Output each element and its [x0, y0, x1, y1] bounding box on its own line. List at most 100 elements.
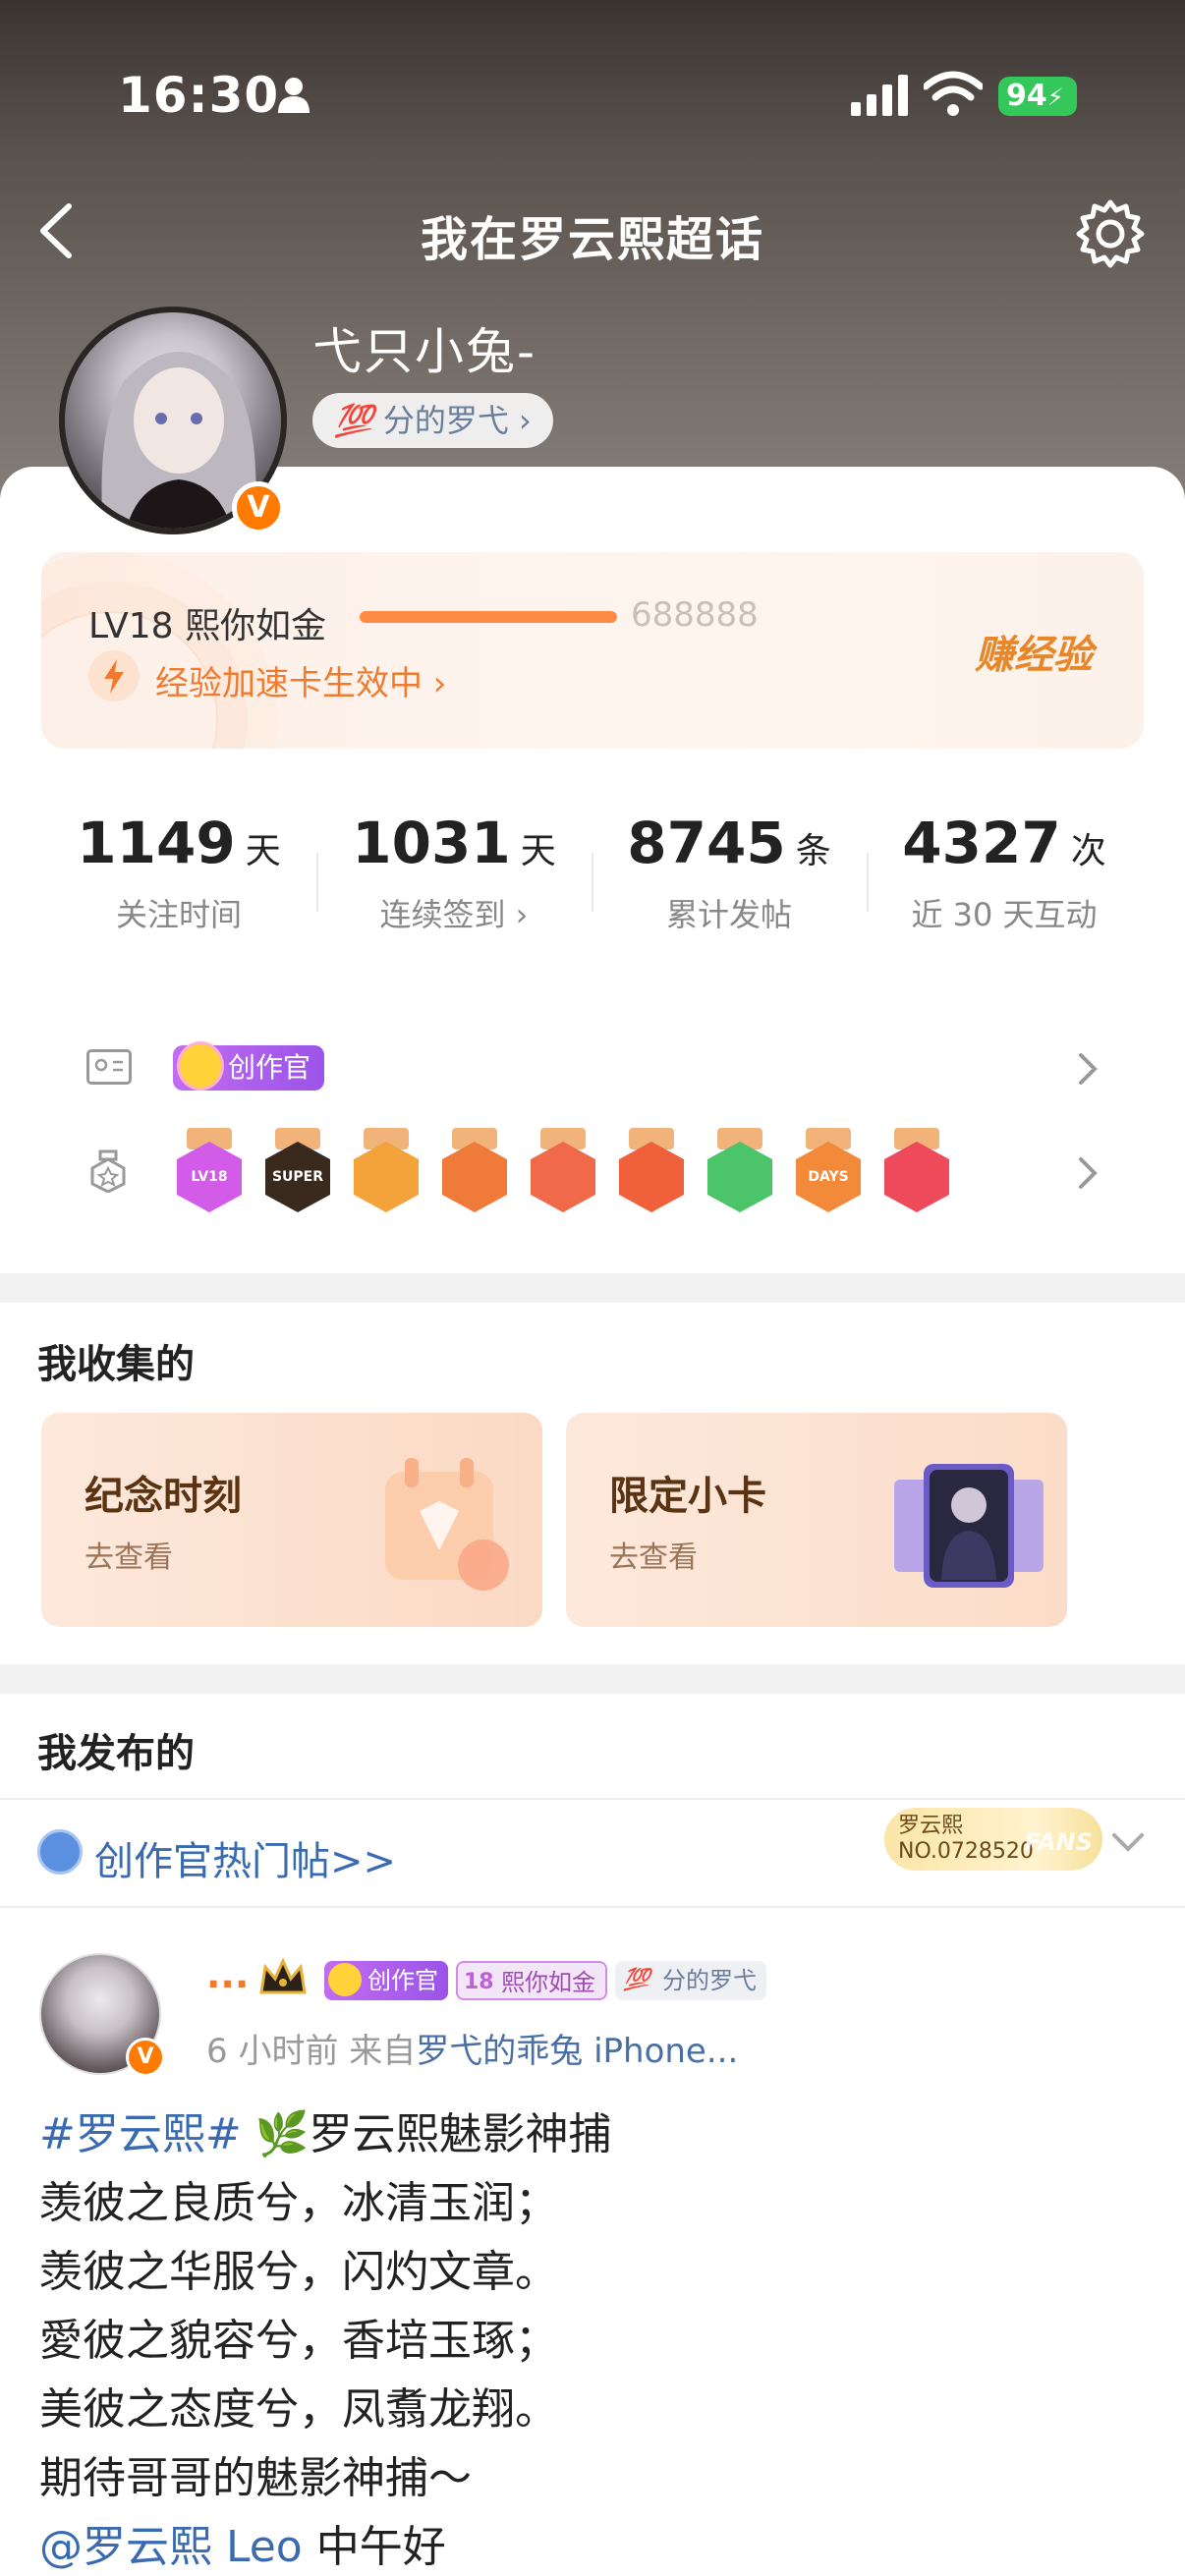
stat-value: 4327 — [902, 810, 1061, 876]
stat-value: 1031 — [352, 810, 511, 876]
post-level-tag: 18 熙你如金 — [456, 1961, 607, 2000]
post-author-name[interactable]: ... — [206, 1953, 249, 1996]
stat-interactions: 4327 次 近 30 天互动 — [867, 786, 1142, 963]
post-item[interactable]: V ... 创作官 18 熙你如金 💯 分的罗弋 6 小时前 来自罗弋的乖兔 iPh… — [0, 1910, 1185, 2576]
post-body: #罗云熙# 🌿罗云熙魅影神捕 羡彼之良质兮，冰清玉润； 羡彼之华服兮，闪灼文章。… — [39, 2100, 612, 2576]
status-bar: 16:30 94⚡ — [0, 0, 1185, 196]
section-divider — [0, 1273, 1185, 1303]
chevron-right-icon[interactable] — [1075, 1153, 1100, 1193]
gear-icon[interactable] — [1071, 195, 1150, 273]
medal-badge[interactable] — [352, 1128, 421, 1222]
stat-unit: 次 — [1070, 831, 1106, 871]
id-card-icon — [86, 1049, 132, 1085]
verified-badge: V — [126, 2038, 165, 2077]
post-line: 美彼之态度兮，凤翥龙翔。 — [39, 2384, 558, 2435]
collect-card-limited[interactable]: 限定小卡 去查看 — [566, 1413, 1067, 1627]
chevron-right-icon: › — [508, 402, 532, 439]
signal-icon — [851, 75, 908, 116]
post-line: 罗云熙魅影神捕 — [309, 2109, 612, 2159]
medal-hex — [619, 1142, 684, 1212]
stat-label: 近 30 天互动 — [911, 896, 1098, 933]
wifi-icon — [924, 71, 983, 116]
collect-card-sub: 去查看 — [85, 1540, 173, 1575]
medal-badge[interactable] — [440, 1128, 509, 1222]
verified-badge: V — [232, 481, 285, 534]
medal-hex — [884, 1142, 949, 1212]
stat-label: 累计发帖 — [665, 896, 792, 933]
collected-section-title: 我收集的 — [37, 1342, 195, 1387]
medal-hex: SUPER — [265, 1142, 330, 1212]
stat-value: 1149 — [77, 810, 236, 876]
post-meta: 6 小时前 来自罗弋的乖兔 iPhone... — [206, 2024, 738, 2072]
medal-hex — [354, 1142, 419, 1212]
post-creator-tag: 创作官 — [324, 1961, 448, 2000]
post-mention[interactable]: @罗云熙 Leo — [39, 2522, 303, 2572]
collect-card-moments[interactable]: 纪念时刻 去查看 — [41, 1413, 542, 1627]
medal-badge[interactable]: SUPER — [263, 1128, 332, 1222]
crown-icon — [259, 1957, 307, 1994]
medal-hex: DAYS — [796, 1142, 861, 1212]
medal-hex: LV18 — [177, 1142, 242, 1212]
earn-exp-button[interactable]: 赚经验 — [975, 623, 1093, 680]
stats-row: 1149 天 关注时间 1031 天 连续签到 › 8745 条 累计发帖 4327 次… — [41, 786, 1144, 963]
medal-badge[interactable] — [529, 1128, 597, 1222]
stat-unit: 天 — [520, 831, 556, 871]
creator-tag[interactable]: 创作官 — [173, 1041, 325, 1091]
medal-icon — [90, 1149, 126, 1193]
post-line: 羡彼之华服兮，闪灼文章。 — [39, 2247, 558, 2297]
creator-mascot-icon — [177, 1041, 224, 1091]
published-section-title: 我发布的 — [37, 1731, 195, 1776]
hot-posts-link[interactable]: 创作官热门帖>> — [94, 1829, 396, 1886]
post-greeting: 中午好 — [315, 2522, 446, 2572]
chevron-right-icon[interactable] — [1075, 1049, 1100, 1089]
boost-link[interactable]: 经验加速卡生效中 › — [155, 656, 446, 704]
stat-label: 关注时间 — [115, 896, 242, 933]
post-tag-label: 创作官 — [367, 1967, 438, 1994]
medal-list[interactable]: LV18 SUPER DAYS — [175, 1128, 1032, 1222]
fan-tag[interactable]: 💯 分的罗弋 › — [312, 393, 553, 448]
battery-level: 94 — [1006, 79, 1047, 113]
medal-hex — [442, 1142, 507, 1212]
username: 弋只小兔- — [312, 323, 537, 380]
chevron-down-icon[interactable] — [1110, 1827, 1146, 1857]
hundred-icon: 💯 — [623, 1968, 650, 1992]
medal-badge[interactable] — [882, 1128, 951, 1222]
post-tag-label: 熙你如金 — [501, 1969, 595, 1996]
hot-posts-row[interactable]: 创作官热门帖>> 罗云熙 NO.0728520 FANS — [0, 1800, 1185, 1908]
app-root: 16:30 94⚡ 我在罗云熙超话 V 弋只小兔- 💯 分的罗弋 › LV18 熙… — [0, 0, 1185, 2576]
stat-unit: 条 — [795, 831, 831, 871]
medal-badge[interactable]: LV18 — [175, 1128, 244, 1222]
medal-hex — [707, 1142, 772, 1212]
stat-follow-days: 1149 天 关注时间 — [41, 786, 316, 963]
post-time: 6 小时前 — [206, 2032, 339, 2071]
photo-card-icon — [894, 1464, 1044, 1588]
leaf-icon: 🌿 — [254, 2109, 310, 2159]
post-line: 愛彼之貌容兮，香培玉琢； — [39, 2316, 558, 2366]
fan-card: 罗云熙 NO.0728520 FANS — [884, 1808, 1102, 1871]
status-time: 16:30 — [118, 67, 280, 124]
nav-bar: 我在罗云熙超话 — [0, 187, 1185, 275]
lightning-icon — [88, 650, 140, 701]
stat-posts: 8745 条 累计发帖 — [592, 786, 867, 963]
post-source[interactable]: 罗弋的乖兔 iPhone... — [416, 2032, 738, 2071]
medal-badge[interactable] — [705, 1128, 774, 1222]
calendar-icon — [385, 1458, 509, 1591]
stat-checkin-days[interactable]: 1031 天 连续签到 › — [316, 786, 592, 963]
post-hashtag[interactable]: #罗云熙# — [39, 2109, 242, 2159]
exp-progress-bar — [360, 611, 617, 623]
medal-badge[interactable] — [617, 1128, 686, 1222]
badges-panel: 创作官 LV18 SUPER DAYS — [41, 1002, 1144, 1246]
creator-mascot-icon — [328, 1963, 362, 1996]
person-icon — [278, 78, 310, 113]
battery-indicator: 94⚡ — [998, 77, 1077, 116]
collect-card-sub: 去查看 — [609, 1540, 698, 1575]
page-title: 我在罗云熙超话 — [420, 212, 764, 267]
divider — [0, 1906, 1185, 1908]
post-fan-tag: 💯 分的罗弋 — [615, 1961, 766, 2000]
exp-value: 688888 — [631, 595, 759, 635]
stat-label: 连续签到 › — [379, 896, 529, 933]
medal-badge[interactable]: DAYS — [794, 1128, 863, 1222]
level-panel[interactable]: LV18 熙你如金 688888 经验加速卡生效中 › 赚经验 — [41, 552, 1144, 749]
collect-card-title: 纪念时刻 — [85, 1474, 242, 1519]
fan-card-fans: FANS — [1024, 1828, 1093, 1856]
